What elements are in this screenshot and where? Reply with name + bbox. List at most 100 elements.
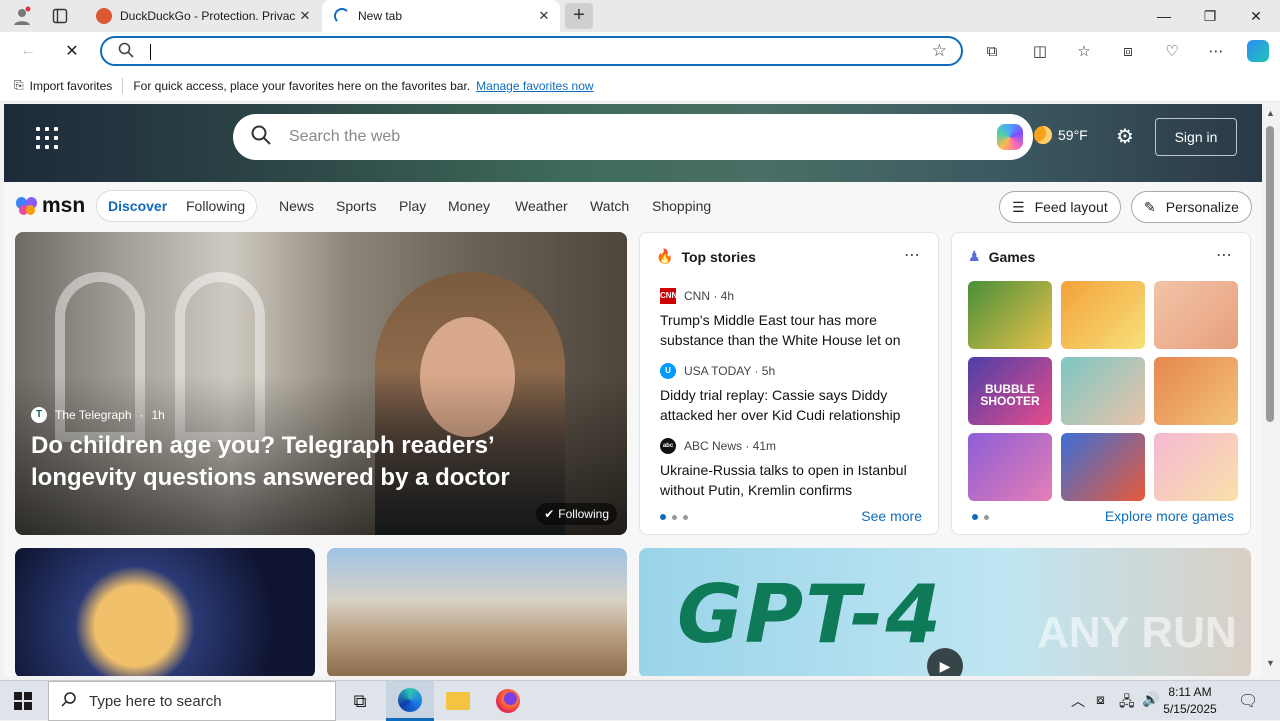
following-label: Following (558, 507, 609, 521)
nav-money[interactable]: Money (448, 198, 490, 214)
favorites-hint: For quick access, place your favorites h… (133, 78, 471, 93)
more-options-icon[interactable]: ⋯ (904, 245, 920, 265)
msn-logo[interactable]: msn (16, 194, 85, 218)
more-menu-icon[interactable]: ⋯ (1204, 40, 1228, 62)
pin-puzzle-game[interactable] (968, 281, 1052, 349)
bubble-shooter-label: BUBBLE SHOOTER (980, 382, 1040, 408)
favorites-icon[interactable]: ☆ (1072, 40, 1096, 62)
copilot-icon[interactable] (1246, 40, 1270, 62)
close-tab-icon[interactable]: ✕ (295, 8, 315, 24)
favorites-bar: ⎘ Import favorites For quick access, pla… (0, 70, 1280, 102)
feed-layout-button[interactable]: ☰ Feed layout (999, 191, 1121, 223)
nav-shopping[interactable]: Shopping (652, 198, 711, 214)
search-placeholder: Search the web (289, 128, 401, 145)
video-article-card[interactable]: GPT-4 ANY RUN ▶ (639, 548, 1251, 676)
page-scrollbar[interactable]: ▲ ▼ (1262, 104, 1280, 676)
stop-loading-icon[interactable]: ✕ (58, 38, 86, 64)
scroll-up-icon[interactable]: ▲ (1266, 108, 1275, 118)
volume-icon[interactable]: 🔊 (1142, 691, 1159, 708)
toy-shop-game[interactable] (1154, 357, 1238, 425)
tab-title: DuckDuckGo - Protection. Privacy (120, 9, 295, 23)
favorite-star-icon[interactable]: ☆ (932, 41, 947, 61)
task-view-icon[interactable]: ⧉ (336, 681, 384, 721)
nav-weather[interactable]: Weather (515, 198, 568, 214)
carousel-pager[interactable] (972, 514, 989, 520)
back-icon[interactable]: ← (14, 38, 42, 64)
story-headline[interactable]: Trump's Middle East tour has more substa… (660, 310, 920, 350)
shark-game[interactable] (1061, 433, 1145, 501)
tab-following[interactable]: Following (186, 198, 245, 214)
new-tab-button[interactable]: + (565, 3, 593, 29)
collections-icon[interactable]: ⧈ (1116, 40, 1140, 62)
copilot-search-icon[interactable] (997, 124, 1023, 150)
scrollbar-thumb[interactable] (1266, 126, 1274, 422)
sign-in-button[interactable]: Sign in (1155, 118, 1237, 156)
hero-article-card[interactable]: T The Telegraph · 1h Do children age you… (15, 232, 627, 535)
settings-gear-icon[interactable]: ⚙ (1116, 124, 1134, 149)
minimize-icon[interactable]: — (1141, 0, 1187, 32)
space-article-card[interactable] (15, 548, 315, 676)
loading-icon (334, 8, 350, 24)
explore-more-games-link[interactable]: Explore more games (1105, 508, 1234, 524)
tab-duckduckgo[interactable]: DuckDuckGo - Protection. Privacy ✕ (84, 0, 321, 32)
tab-strip: DuckDuckGo - Protection. Privacy ✕ New t… (0, 0, 1280, 32)
hero-source: T The Telegraph · 1h (31, 407, 165, 423)
tray-app-icon[interactable]: ⧇ (1096, 691, 1105, 708)
start-button-icon[interactable] (14, 692, 32, 710)
taskbar-search[interactable]: Type here to search (48, 681, 336, 721)
makeup-game[interactable] (968, 433, 1052, 501)
personalize-button[interactable]: ✎ Personalize (1131, 191, 1252, 223)
restore-icon[interactable]: ❐ (1187, 0, 1233, 32)
web-search-box[interactable]: Search the web (233, 114, 1033, 160)
address-input[interactable] (150, 44, 151, 60)
cupcake-game[interactable] (1061, 281, 1145, 349)
dress-up-game[interactable] (1154, 281, 1238, 349)
more-options-icon[interactable]: ⋯ (1216, 245, 1232, 265)
story-item[interactable]: U USA TODAY · 5h Diddy trial replay: Cass… (660, 363, 920, 425)
nav-news[interactable]: News (279, 198, 314, 214)
notifications-icon[interactable]: 🗨 (1238, 691, 1258, 711)
profile-icon[interactable] (10, 4, 34, 28)
hero-source-name: The Telegraph (55, 408, 132, 422)
tray-chevron-icon[interactable]: ︿ (1071, 691, 1085, 711)
import-favorites-button[interactable]: ⎘ Import favorites (14, 78, 112, 93)
nav-sports[interactable]: Sports (336, 198, 376, 214)
tab-new-tab[interactable]: New tab ✕ (322, 0, 560, 32)
carousel-pager[interactable] (660, 514, 688, 520)
story-item[interactable]: CNN CNN · 4h Trump's Middle East tour has… (660, 288, 920, 350)
browser-essentials-icon[interactable]: ♡ (1160, 40, 1184, 62)
nav-play[interactable]: Play (399, 198, 426, 214)
play-icon[interactable]: ▶ (927, 648, 963, 676)
nav-watch[interactable]: Watch (590, 198, 629, 214)
close-icon[interactable]: ✕ (1233, 0, 1279, 32)
manage-favorites-link[interactable]: Manage favorites now (476, 79, 593, 93)
story-headline[interactable]: Diddy trial replay: Cassie says Diddy at… (660, 385, 920, 425)
bubble-shooter-game[interactable]: BUBBLE SHOOTER (968, 357, 1052, 425)
tab-discover[interactable]: Discover (108, 198, 167, 214)
story-headline[interactable]: Ukraine-Russia talks to open in Istanbul… (660, 460, 920, 500)
hero-headline[interactable]: Do children age you? Telegraph readers’ … (31, 430, 601, 494)
scroll-down-icon[interactable]: ▼ (1266, 658, 1275, 668)
apps-launcher-icon[interactable] (36, 127, 58, 149)
dot: · (139, 408, 144, 422)
firefox-icon[interactable] (484, 681, 532, 721)
hotel-article-card[interactable] (327, 548, 627, 676)
see-more-link[interactable]: See more (861, 508, 922, 524)
address-bar[interactable]: ☆ (100, 36, 963, 66)
close-tab-icon[interactable]: ✕ (534, 8, 554, 24)
usatoday-logo-icon: U (660, 363, 676, 379)
edge-taskbar-icon[interactable] (386, 681, 434, 721)
weather-widget[interactable]: 59°F (1034, 126, 1088, 144)
taskbar-clock[interactable]: 8:11 AM 5/15/2025 (1160, 684, 1220, 718)
following-badge[interactable]: ✔ Following (536, 503, 617, 525)
story-item[interactable]: abc ABC News · 41m Ukraine-Russia talks t… (660, 438, 920, 500)
top-stories-title: Top stories (681, 248, 756, 265)
extensions-icon[interactable]: ⧉ (980, 40, 1004, 62)
hospital-game[interactable] (1061, 357, 1145, 425)
tab-actions-icon[interactable] (48, 4, 72, 28)
split-screen-icon[interactable]: ◫ (1028, 40, 1052, 62)
file-explorer-icon[interactable] (434, 681, 482, 721)
network-icon[interactable]: 🖧 (1119, 691, 1135, 715)
princess-game[interactable] (1154, 433, 1238, 501)
story-source: ABC News · 41m (684, 439, 777, 453)
